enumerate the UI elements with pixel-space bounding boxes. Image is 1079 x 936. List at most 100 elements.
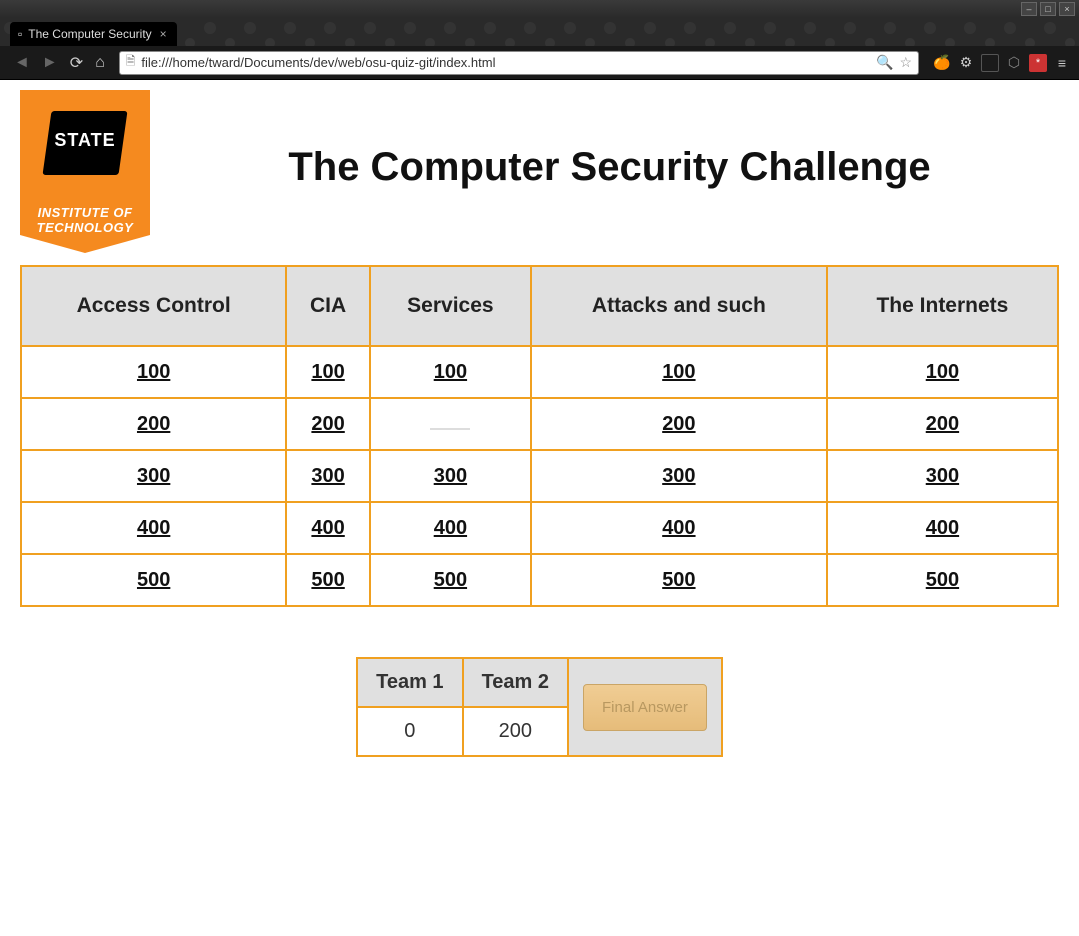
board-cell: 200 [286,398,370,450]
page-header: STATE INSTITUTE OF TECHNOLOGY The Comput… [20,90,1059,245]
question-link[interactable]: 100 [662,361,695,384]
board-cell: 300 [827,450,1058,502]
bookmark-star-icon[interactable]: ☆ [899,54,912,71]
question-link[interactable]: 500 [662,569,695,592]
category-row: Access ControlCIAServicesAttacks and suc… [21,266,1058,346]
extension-shield-icon[interactable]: ⬡ [1005,54,1023,72]
tab-title: The Computer Security [28,27,151,41]
question-link[interactable]: 300 [434,465,467,488]
home-button[interactable]: ⌂ [89,50,111,76]
final-answer-button[interactable]: Final Answer [583,684,707,731]
board-cell: 500 [21,554,286,606]
board-cell: 300 [531,450,827,502]
os-close-button[interactable]: × [1059,2,1075,16]
board-cell: 300 [286,450,370,502]
question-link[interactable]: 300 [926,465,959,488]
team-score-1: 200 [463,707,568,756]
board-row: 100 100 100 100 100 [21,346,1058,398]
question-link[interactable]: 400 [311,517,344,540]
reload-button[interactable]: ⟳ [64,49,89,77]
question-link[interactable]: 500 [137,569,170,592]
board-cell: 200 [531,398,827,450]
board-cell: 100 [21,346,286,398]
extension-gear-icon[interactable]: ⚙ [957,54,975,72]
os-titlebar: – □ × [0,0,1079,18]
board-cell: 500 [827,554,1058,606]
board-cell: 200 [21,398,286,450]
board-row: 400 400 400 400 400 [21,502,1058,554]
logo-institute-text: INSTITUTE OF TECHNOLOGY [20,206,150,235]
category-3: Attacks and such [531,266,827,346]
final-answer-cell: Final Answer [568,658,722,756]
zoom-icon[interactable]: 🔍 [876,54,893,71]
board-cell: 100 [827,346,1058,398]
extension-red-icon[interactable]: * [1029,54,1047,72]
question-link[interactable]: 100 [137,361,170,384]
board-cell: 400 [21,502,286,554]
back-button[interactable]: ◄ [8,50,36,76]
question-link[interactable]: 200 [311,413,344,436]
game-board: Access ControlCIAServicesAttacks and suc… [20,265,1059,607]
question-link[interactable]: 200 [662,413,695,436]
extension-orange-icon[interactable]: 🍊 [933,54,951,72]
board-row: 300 300 300 300 300 [21,450,1058,502]
question-link[interactable]: 200 [137,413,170,436]
question-link[interactable]: 400 [926,517,959,540]
board-cell: 400 [531,502,827,554]
board-cell: 200 [827,398,1058,450]
board-cell: 100 [531,346,827,398]
extension-icons: 🍊 ⚙ ⬡ * ≡ [927,54,1071,72]
category-0: Access Control [21,266,286,346]
category-1: CIA [286,266,370,346]
team-name-0: Team 1 [357,658,462,707]
board-cell: 500 [286,554,370,606]
question-link[interactable]: 100 [926,361,959,384]
board-cell: 500 [531,554,827,606]
page-icon: ▫ [18,27,22,41]
question-link[interactable]: 500 [311,569,344,592]
question-link[interactable]: 500 [926,569,959,592]
browser-tabstrip: ▫ The Computer Security × [0,18,1079,46]
question-link[interactable]: 500 [434,569,467,592]
file-icon: 🗎 [126,52,136,73]
question-link[interactable]: 400 [434,517,467,540]
board-cell: 400 [827,502,1058,554]
question-link[interactable]: 400 [137,517,170,540]
browser-tab[interactable]: ▫ The Computer Security × [10,22,177,46]
category-4: The Internets [827,266,1058,346]
category-2: Services [370,266,531,346]
question-link [430,428,470,430]
os-minimize-button[interactable]: – [1021,2,1037,16]
board-cell: 300 [370,450,531,502]
question-link[interactable]: 100 [311,361,344,384]
team-score-0: 0 [357,707,462,756]
browser-menu-icon[interactable]: ≡ [1053,54,1071,72]
team-name-1: Team 2 [463,658,568,707]
question-link[interactable]: 400 [662,517,695,540]
address-bar[interactable]: 🗎 file:///home/tward/Documents/dev/web/o… [119,51,919,75]
question-link[interactable]: 300 [137,465,170,488]
question-link[interactable]: 200 [926,413,959,436]
page-viewport: STATE INSTITUTE OF TECHNOLOGY The Comput… [0,80,1079,936]
question-link[interactable]: 300 [662,465,695,488]
extension-box-icon[interactable] [981,54,999,72]
browser-toolbar: ◄ ► ⟳ ⌂ 🗎 file:///home/tward/Documents/d… [0,46,1079,80]
tab-close-icon[interactable]: × [160,27,167,41]
forward-button[interactable]: ► [36,50,64,76]
osu-logo: STATE INSTITUTE OF TECHNOLOGY [20,90,150,245]
os-maximize-button[interactable]: □ [1040,2,1056,16]
question-link[interactable]: 100 [434,361,467,384]
question-link[interactable]: 300 [311,465,344,488]
board-cell: 500 [370,554,531,606]
board-row: 200 200 200 200 [21,398,1058,450]
logo-state-text: STATE [20,130,150,151]
board-cell: 100 [370,346,531,398]
board-cell: 300 [21,450,286,502]
board-cell [370,398,531,450]
board-cell: 400 [370,502,531,554]
page-title: The Computer Security Challenge [180,145,1039,190]
score-table: Team 1Team 2 Final Answer 0200 [356,657,723,757]
board-cell: 100 [286,346,370,398]
board-row: 500 500 500 500 500 [21,554,1058,606]
board-cell: 400 [286,502,370,554]
